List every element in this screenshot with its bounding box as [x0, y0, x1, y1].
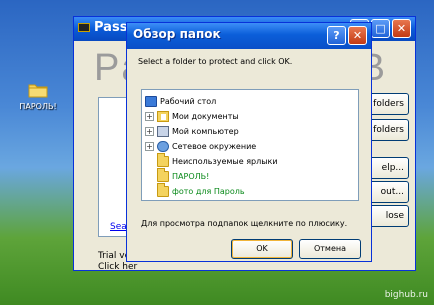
my-documents-icon [157, 110, 169, 122]
desktop-folder-icon[interactable]: ПАРОЛЬ! [12, 82, 64, 111]
tree-item-unused-shortcuts[interactable]: Неиспользуемые ярлыки [157, 152, 278, 168]
folder-tree[interactable]: Рабочий стол + Мои документы + Мой компь… [141, 89, 359, 201]
ok-button[interactable]: OK [231, 239, 293, 259]
tree-item-label: фото для Пароль [172, 186, 245, 196]
folder-icon [28, 82, 48, 98]
folder-icon [157, 182, 169, 197]
tree-item-photo[interactable]: фото для Пароль [157, 182, 245, 198]
expand-icon[interactable]: + [145, 111, 154, 121]
tree-item-my-documents[interactable]: + Мои документы [145, 109, 239, 123]
cancel-button[interactable]: Отмена [299, 239, 361, 259]
watermark: bighub.ru [384, 290, 428, 300]
dialog-hint: Для просмотра подпапок щелкните по плюси… [141, 219, 348, 228]
tree-item-desktop[interactable]: Рабочий стол [145, 94, 216, 108]
tree-item-label: Мой компьютер [172, 126, 239, 136]
app-icon [78, 23, 90, 32]
help-icon[interactable]: ? [327, 26, 346, 45]
tree-item-label: ПАРОЛЬ! [172, 171, 210, 181]
tree-item-label: Мои документы [172, 111, 239, 121]
tree-item-label: Рабочий стол [160, 96, 217, 106]
close-button[interactable]: ✕ [392, 19, 411, 38]
desktop-icon [145, 95, 157, 107]
maximize-button[interactable]: □ [371, 19, 390, 38]
network-icon [157, 140, 169, 152]
expand-icon[interactable]: + [145, 126, 154, 136]
dialog-instruction: Select a folder to protect and click OK. [138, 57, 293, 66]
computer-icon [157, 125, 169, 137]
tree-item-label: Неиспользуемые ярлыки [172, 156, 278, 166]
dialog-titlebar[interactable]: Обзор папок ? ✕ [127, 23, 371, 49]
tree-item-parol[interactable]: ПАРОЛЬ! [157, 167, 210, 183]
tree-item-my-computer[interactable]: + Мой компьютер [145, 124, 239, 138]
dialog-title: Обзор папок [133, 27, 221, 41]
trial-line-2[interactable]: Click her [98, 262, 137, 273]
browse-folders-dialog[interactable]: Обзор папок ? ✕ Select a folder to prote… [126, 22, 372, 262]
folder-icon [157, 167, 169, 182]
desktop-icon-label: ПАРОЛЬ! [19, 102, 57, 111]
folder-icon [157, 152, 169, 167]
tree-item-network[interactable]: + Сетевое окружение [145, 139, 256, 153]
tree-item-label: Сетевое окружение [172, 141, 257, 151]
close-icon[interactable]: ✕ [348, 26, 367, 45]
expand-icon[interactable]: + [145, 141, 154, 151]
